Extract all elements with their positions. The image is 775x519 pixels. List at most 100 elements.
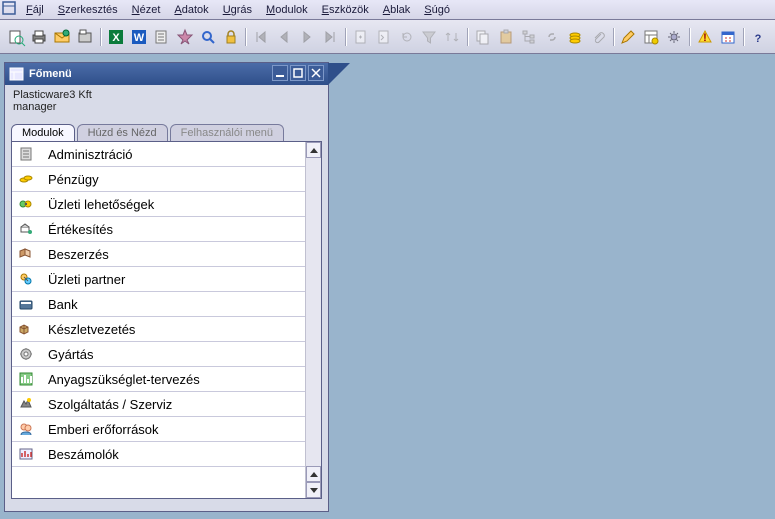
module-icon [16,370,36,388]
tb-print-icon[interactable] [29,26,50,48]
tb-prev-icon[interactable] [274,26,295,48]
menu-edit[interactable]: Szerkesztés [52,3,124,17]
tb-help-icon[interactable]: ? [748,26,769,48]
module-label: Adminisztráció [48,147,133,162]
module-icon [16,245,36,263]
module-row[interactable]: Beszámolók [12,442,305,467]
tb-refresh-icon[interactable] [396,26,417,48]
tb-calendar-icon[interactable] [717,26,738,48]
module-label: Szolgáltatás / Szerviz [48,397,172,412]
tb-settings-icon[interactable] [664,26,685,48]
app-icon [2,1,16,15]
module-label: Pénzügy [48,172,99,187]
module-row[interactable]: Üzleti partner [12,267,305,292]
panel-close-icon[interactable] [308,65,324,81]
tab-modules[interactable]: Modulok [11,124,75,141]
tb-copy-icon[interactable] [473,26,494,48]
tb-tree-icon[interactable] [518,26,539,48]
tb-sort-icon[interactable] [442,26,463,48]
module-row[interactable]: Anyagszükséglet-tervezés [12,367,305,392]
tb-link-icon[interactable] [541,26,562,48]
menu-window[interactable]: Ablak [377,3,417,17]
scroll-down-icon[interactable] [306,482,321,498]
tb-preview-icon[interactable] [6,26,27,48]
toolbar: X W ! ? [0,20,775,54]
tabs: Modulok Húzd és Nézd Felhasználói menü [5,119,328,141]
module-list: Adminisztráció Pénzügy Üzleti lehetőségek É… [11,141,322,499]
menu-tools[interactable]: Eszközök [316,3,375,17]
svg-text:X: X [112,32,120,44]
module-row[interactable]: Készletvezetés [12,317,305,342]
module-label: Üzleti lehetőségek [48,197,154,212]
panel-min-icon[interactable] [272,65,288,81]
tb-first-icon[interactable] [251,26,272,48]
module-label: Anyagszükséglet-tervezés [48,372,200,387]
tb-next-icon[interactable] [297,26,318,48]
module-label: Értékesítés [48,222,113,237]
tb-excel-icon[interactable]: X [105,26,126,48]
tab-dragndrop[interactable]: Húzd és Nézd [77,124,168,141]
workspace: Főmenü Plasticware3 Kft manager Modulok … [0,54,775,519]
module-icon [16,220,36,238]
module-icon [16,320,36,338]
menu-modules[interactable]: Modulok [260,3,314,17]
tb-open-icon[interactable] [373,26,394,48]
tb-last-icon[interactable] [320,26,341,48]
module-row[interactable]: Emberi erőforrások [12,417,305,442]
tab-usermenu[interactable]: Felhasználói menü [170,124,284,141]
module-label: Gyártás [48,347,94,362]
tb-paste-icon[interactable] [496,26,517,48]
module-label: Beszámolók [48,447,119,462]
module-label: Bank [48,297,78,312]
panel-title-icon [9,66,25,82]
module-icon [16,420,36,438]
tb-fax-icon[interactable] [75,26,96,48]
menu-help[interactable]: Súgó [418,3,456,17]
tb-attach-icon[interactable] [587,26,608,48]
tb-alert-icon[interactable]: ! [694,26,715,48]
module-label: Üzleti partner [48,272,125,287]
tb-new-icon[interactable] [350,26,371,48]
menu-data[interactable]: Adatok [168,3,214,17]
module-row[interactable]: Gyártás [12,342,305,367]
module-row[interactable]: Adminisztráció [12,142,305,167]
module-icon [16,445,36,463]
module-icon [16,170,36,188]
tb-mail-icon[interactable] [52,26,73,48]
tb-lock-icon[interactable] [220,26,241,48]
menubar: Fájl Szerkesztés Nézet Adatok Ugrás Modu… [0,0,775,20]
module-row[interactable]: Beszerzés [12,242,305,267]
svg-text:!: ! [703,32,707,44]
module-icon [16,395,36,413]
module-row[interactable]: Üzleti lehetőségek [12,192,305,217]
module-row[interactable]: Értékesítés [12,217,305,242]
tb-filter-icon[interactable] [419,26,440,48]
tb-word-icon[interactable]: W [128,26,149,48]
tb-export-icon[interactable] [151,26,172,48]
scroll-up-icon[interactable] [306,142,321,158]
tb-layout-icon[interactable] [641,26,662,48]
module-icon [16,345,36,363]
module-icon [16,270,36,288]
tb-find-icon[interactable] [197,26,218,48]
tb-cash-icon[interactable] [564,26,585,48]
menu-file[interactable]: Fájl [20,3,50,17]
main-menu-panel: Főmenü Plasticware3 Kft manager Modulok … [4,62,329,512]
module-label: Készletvezetés [48,322,135,337]
user-name: manager [13,101,320,113]
module-row[interactable]: Szolgáltatás / Szerviz [12,392,305,417]
module-row[interactable]: Pénzügy [12,167,305,192]
scrollbar[interactable] [305,142,321,498]
module-icon [16,195,36,213]
menu-goto[interactable]: Ugrás [217,3,258,17]
scroll-up2-icon[interactable] [306,466,321,482]
tb-launch-icon[interactable] [174,26,195,48]
company-block: Plasticware3 Kft manager [5,85,328,119]
panel-max-icon[interactable] [290,65,306,81]
module-row[interactable]: Bank [12,292,305,317]
svg-text:W: W [134,32,145,44]
module-label: Beszerzés [48,247,109,262]
panel-titlebar[interactable]: Főmenü [5,63,328,85]
tb-pencil-icon[interactable] [618,26,639,48]
menu-view[interactable]: Nézet [126,3,167,17]
